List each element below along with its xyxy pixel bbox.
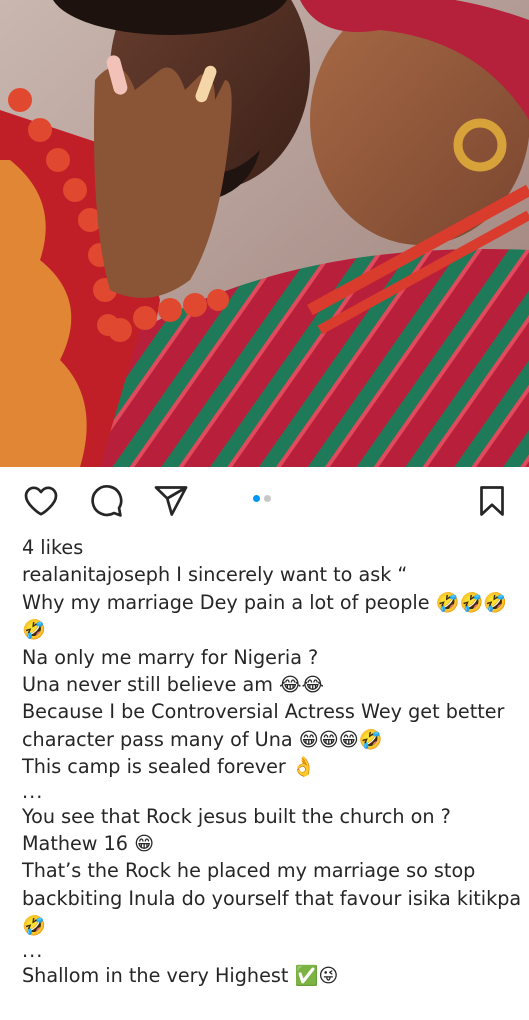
- post-photo[interactable]: [0, 0, 529, 467]
- carousel-dot-active[interactable]: [253, 494, 260, 502]
- caption-line: ...: [22, 779, 44, 803]
- caption-first-line: realanitajoseph I sincerely want to ask …: [22, 561, 522, 588]
- caption-line: Why my marriage Dey pain a lot of people…: [22, 590, 508, 614]
- caption-line: character pass many of Una 😁😁😁🤣: [22, 727, 383, 751]
- caption-line: 🤣: [22, 618, 46, 642]
- caption-line: Na only me marry for Nigeria ?: [22, 645, 319, 669]
- caption-line: Una never still believe am 😂😂: [22, 673, 324, 697]
- caption-line: That’s the Rock he placed my marriage so…: [22, 859, 476, 883]
- paper-plane-icon[interactable]: [153, 483, 189, 519]
- caption-line: 🤣: [22, 914, 46, 938]
- caption-line: backbiting Inula do yourself that favour…: [22, 886, 522, 910]
- couple-photo-illustration: [0, 0, 529, 467]
- caption-line: ...: [22, 938, 44, 962]
- caption-text: I sincerely want to ask “: [176, 563, 408, 587]
- caption-line: Mathew 16 😁: [22, 832, 155, 856]
- bookmark-icon[interactable]: [474, 483, 510, 519]
- comment-icon[interactable]: [88, 483, 124, 519]
- carousel-dot[interactable]: [264, 494, 271, 502]
- carousel-indicator: [253, 494, 271, 502]
- caption-line: This camp is sealed forever 👌: [22, 755, 316, 779]
- likes-count[interactable]: 4 likes: [22, 534, 522, 561]
- caption-line: Because I be Controversial Actress Wey g…: [22, 700, 505, 724]
- caption-line: You see that Rock jesus built the church…: [22, 804, 451, 828]
- caption-username[interactable]: realanitajoseph: [22, 563, 170, 586]
- caption-line: Shallom in the very Highest ✅😜: [22, 963, 339, 987]
- heart-icon[interactable]: [23, 483, 59, 519]
- post-caption: 4 likes realanitajoseph I sincerely want…: [22, 534, 522, 989]
